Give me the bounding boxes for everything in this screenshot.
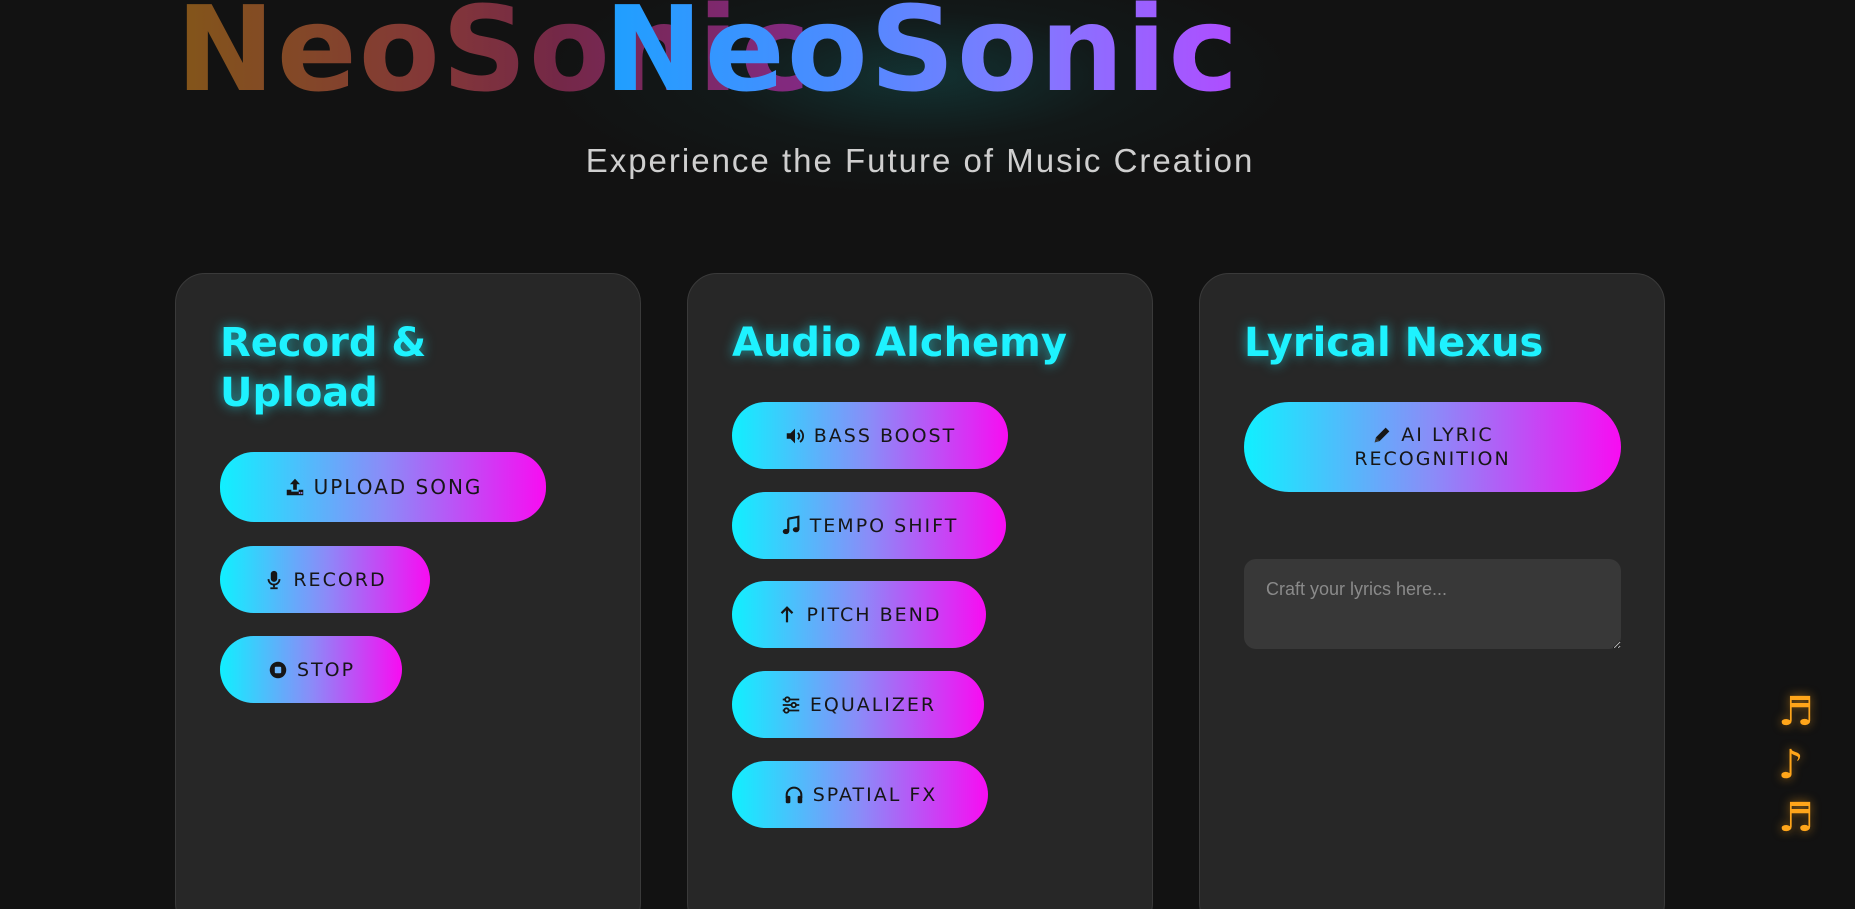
record-label: RECORD bbox=[293, 568, 387, 591]
record-title-line-2: Upload bbox=[220, 370, 378, 416]
headphones-icon bbox=[783, 784, 807, 806]
app-page: NeoSonic NeoSonic Experience the Future … bbox=[0, 0, 1855, 909]
lyrics-textarea[interactable] bbox=[1244, 559, 1621, 649]
ai-lyric-line-2-text: RECOGNITION bbox=[1354, 448, 1511, 470]
record-upload-card: Record & Upload UPLOAD SONG RECORD STOP bbox=[175, 273, 641, 909]
stop-button[interactable]: STOP bbox=[220, 636, 402, 703]
pen-icon bbox=[1371, 424, 1395, 446]
spatial-fx-label: SPATIAL FX bbox=[812, 783, 938, 806]
microphone-icon bbox=[263, 569, 287, 591]
tempo-shift-label: TEMPO SHIFT bbox=[809, 514, 959, 537]
upload-icon bbox=[284, 476, 308, 498]
audio-alchemy-title: Audio Alchemy bbox=[732, 320, 1067, 366]
music-note-icon: ♬ bbox=[1778, 689, 1814, 735]
pitch-bend-label: PITCH BEND bbox=[806, 603, 942, 626]
lyrical-nexus-title: Lyrical Nexus bbox=[1244, 320, 1544, 366]
equalizer-label: EQUALIZER bbox=[809, 693, 937, 716]
tempo-shift-button[interactable]: TEMPO SHIFT bbox=[732, 492, 1006, 559]
upload-song-button[interactable]: UPLOAD SONG bbox=[220, 452, 546, 522]
spatial-fx-button[interactable]: SPATIAL FX bbox=[732, 761, 988, 828]
record-title-line-1: Record & bbox=[220, 320, 427, 366]
upload-song-label: UPLOAD SONG bbox=[313, 475, 483, 499]
arrow-up-icon bbox=[776, 604, 800, 626]
stop-icon bbox=[267, 659, 291, 681]
ai-lyric-line-1: AI LYRIC bbox=[1371, 423, 1493, 447]
lyrical-nexus-card: Lyrical Nexus AI LYRIC RECOGNITION bbox=[1199, 273, 1665, 909]
bass-boost-button[interactable]: BASS BOOST bbox=[732, 402, 1008, 469]
sliders-icon bbox=[780, 694, 804, 716]
pitch-bend-button[interactable]: PITCH BEND bbox=[732, 581, 986, 648]
audio-alchemy-card: Audio Alchemy BASS BOOST TEMPO SHIFT PIT… bbox=[687, 273, 1153, 909]
bass-boost-label: BASS BOOST bbox=[813, 424, 957, 447]
stop-label: STOP bbox=[296, 658, 356, 681]
ai-lyric-recognition-button[interactable]: AI LYRIC RECOGNITION bbox=[1244, 402, 1621, 492]
record-upload-title: Record & Upload bbox=[220, 318, 426, 418]
music-note-icon bbox=[780, 515, 804, 537]
music-note-icon: ♬ bbox=[1778, 795, 1814, 841]
tagline: Experience the Future of Music Creation bbox=[585, 142, 1255, 179]
equalizer-button[interactable]: EQUALIZER bbox=[732, 671, 984, 738]
record-button[interactable]: RECORD bbox=[220, 546, 430, 613]
logo-title: NeoSonic bbox=[604, 0, 1240, 108]
ai-lyric-line-1-text: AI LYRIC bbox=[1401, 424, 1494, 446]
music-note-icon: ♪ bbox=[1778, 742, 1804, 788]
volume-icon bbox=[784, 425, 808, 447]
